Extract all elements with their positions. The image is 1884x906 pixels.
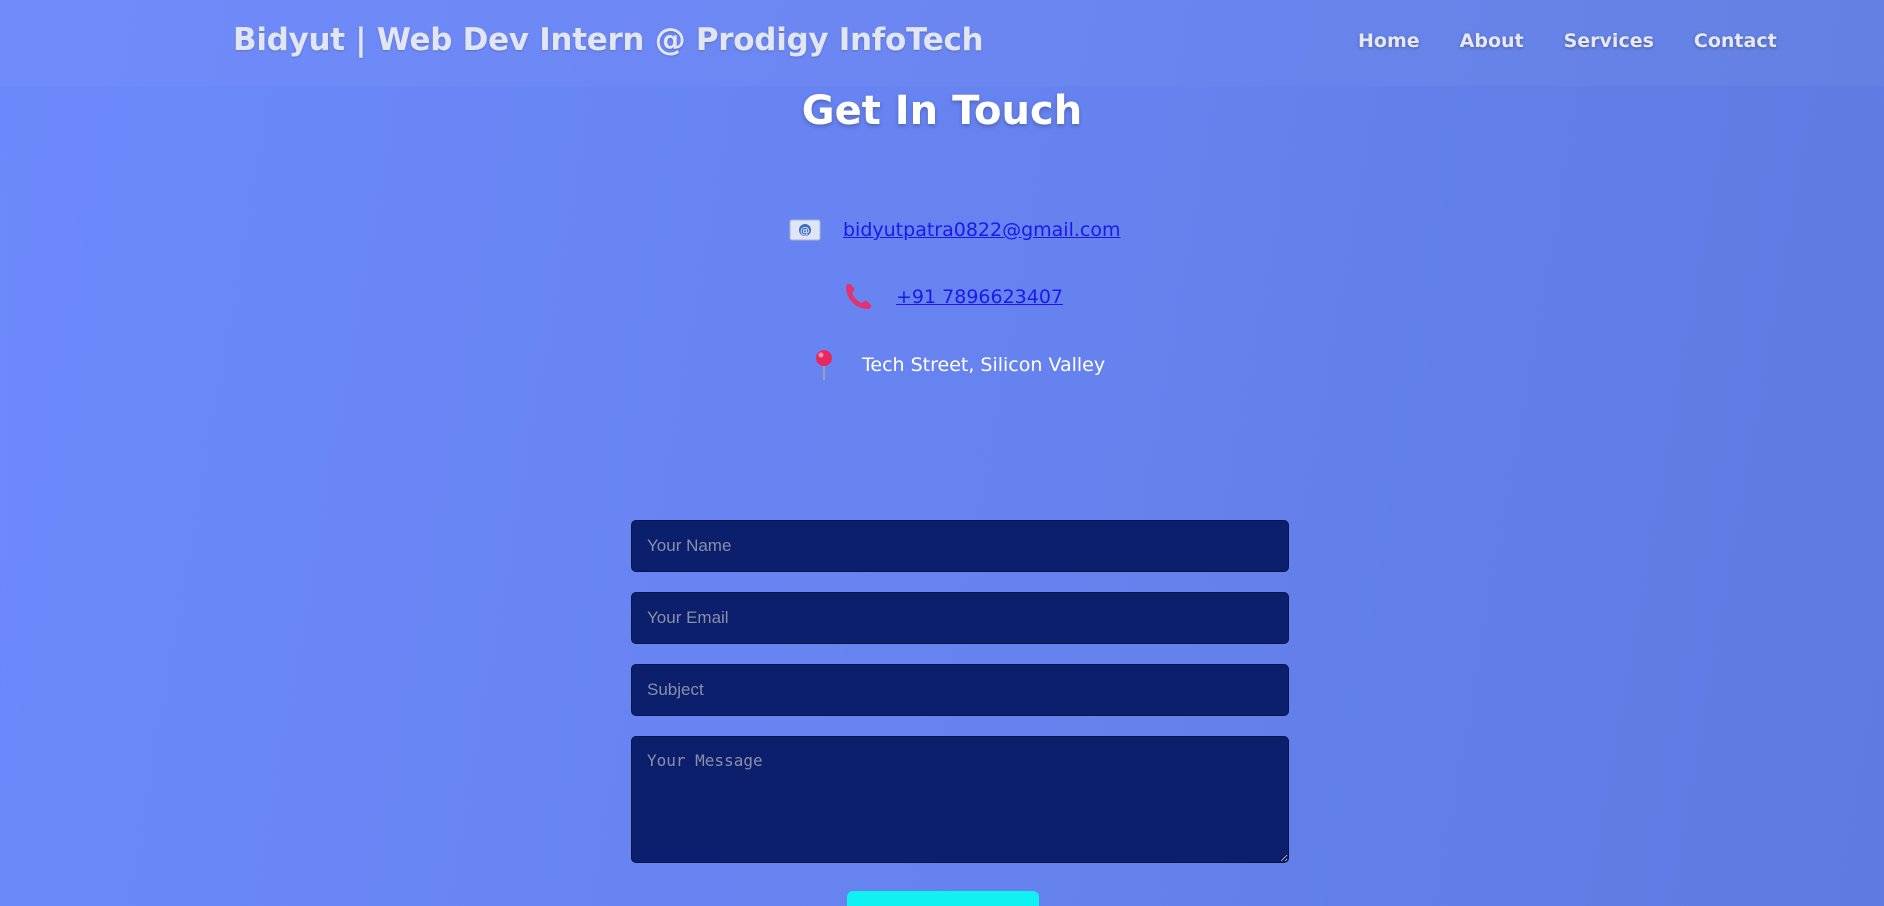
send-button[interactable] (847, 891, 1039, 906)
site-brand: Bidyut | Web Dev Intern @ Prodigy InfoTe… (233, 22, 984, 58)
email-input[interactable] (631, 592, 1289, 644)
email-icon: @ (789, 214, 821, 246)
phone-link[interactable]: +91 7896623407 (896, 286, 1063, 308)
subject-input[interactable] (631, 664, 1289, 716)
contact-email-row: @ bidyutpatra0822@gmail.com (789, 214, 1121, 246)
site-header: Bidyut | Web Dev Intern @ Prodigy InfoTe… (0, 0, 1884, 86)
contact-phone-row: +91 7896623407 (842, 281, 1063, 313)
address-text: Tech Street, Silicon Valley (862, 354, 1106, 376)
location-pin-icon (808, 349, 840, 381)
contact-address-row: Tech Street, Silicon Valley (808, 349, 1105, 381)
email-link[interactable]: bidyutpatra0822@gmail.com (843, 219, 1121, 241)
name-input[interactable] (631, 520, 1289, 572)
svg-text:@: @ (800, 226, 810, 237)
phone-icon (842, 281, 874, 313)
nav-services-link[interactable]: Services (1564, 30, 1654, 52)
main-nav: Home About Services Contact (1358, 30, 1777, 52)
page-title: Get In Touch (801, 88, 1083, 134)
nav-home-link[interactable]: Home (1358, 30, 1420, 52)
nav-about-link[interactable]: About (1460, 30, 1524, 52)
nav-contact-link[interactable]: Contact (1694, 30, 1777, 52)
message-textarea[interactable] (631, 736, 1289, 863)
